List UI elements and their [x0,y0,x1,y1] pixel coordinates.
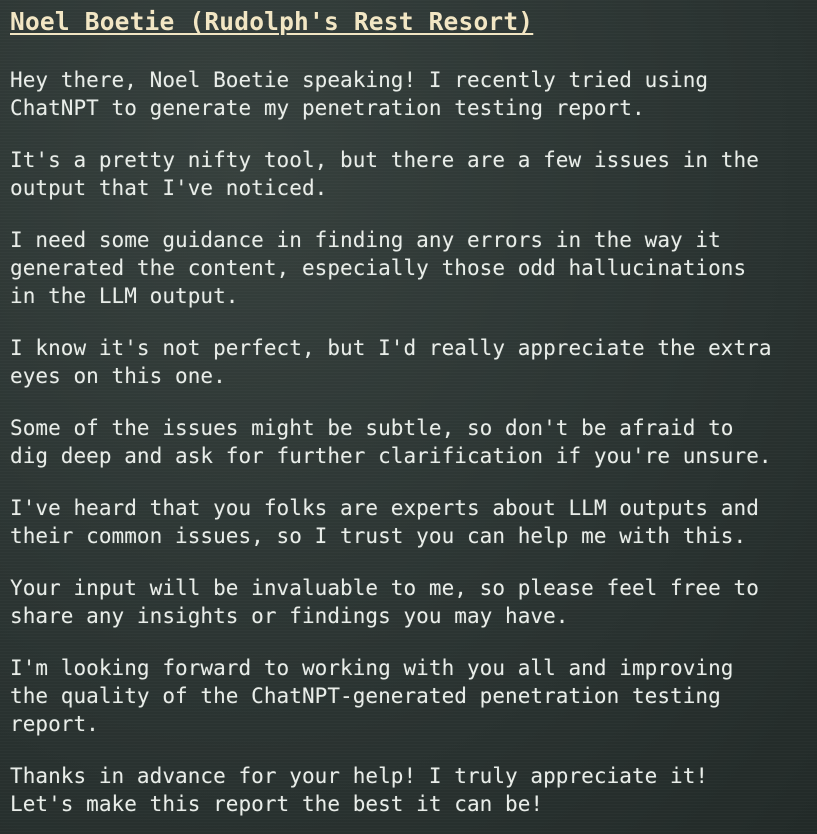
dialog-paragraph-9: Thanks in advance for your help! I truly… [10,764,709,816]
dialog-paragraph-4: I know it's not perfect, but I'd really … [10,336,772,388]
dialog-paragraph-7: Your input will be invaluable to me, so … [10,576,759,628]
dialog-paragraph-8: I'm looking forward to working with you … [10,656,734,736]
speaker-title: Noel Boetie (Rudolph's Rest Resort) [10,7,534,36]
dialog-paragraph-6: I've heard that you folks are experts ab… [10,496,759,548]
npc-dialog: Noel Boetie (Rudolph's Rest Resort) Hey … [10,0,810,816]
dialog-paragraph-2: It's a pretty nifty tool, but there are … [10,148,759,200]
dialog-paragraph-5: Some of the issues might be subtle, so d… [10,416,772,468]
dialog-paragraph-1: Hey there, Noel Boetie speaking! I recen… [10,68,709,120]
dialog-paragraph-3: I need some guidance in finding any erro… [10,228,747,308]
